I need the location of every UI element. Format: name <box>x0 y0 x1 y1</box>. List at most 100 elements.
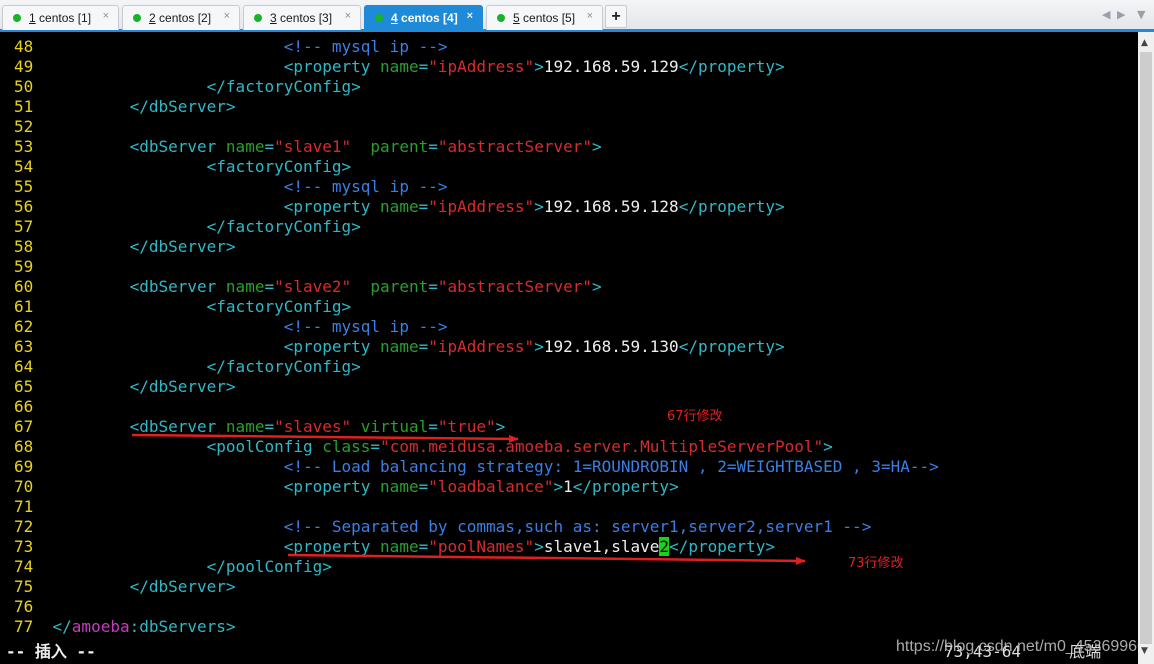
code-token: > <box>534 537 544 556</box>
code-line: 77 </amoeba:dbServers> <box>14 617 236 637</box>
code-token: </dbServer> <box>129 97 236 116</box>
code-token: "ipAddress" <box>428 57 535 76</box>
code-token: = <box>370 437 381 456</box>
annotation-note-73: 73行修改 <box>848 556 904 571</box>
code-token: > <box>591 277 602 296</box>
code-line: 66 <box>14 397 53 417</box>
scroll-thumb[interactable] <box>1140 52 1152 644</box>
code-token: <!-- Load balancing strategy: 1=ROUNDROB… <box>283 457 939 476</box>
tab-prev-icon[interactable]: ◀ <box>1102 8 1110 21</box>
close-icon[interactable]: × <box>587 10 593 22</box>
code-line: 61 <factoryConfig> <box>14 297 351 317</box>
code-line: 75 </dbServer> <box>14 577 236 597</box>
code-token: <property <box>283 57 381 76</box>
status-dot-icon <box>375 14 383 22</box>
code-line: 70 <property name="loadbalance">1</prope… <box>14 477 679 497</box>
scroll-down-icon[interactable]: ▼ <box>1141 646 1148 656</box>
close-icon[interactable]: × <box>345 10 351 22</box>
code-token: amoeba <box>71 617 130 636</box>
code-token: "slave1" <box>274 137 352 156</box>
code-line: 50 </factoryConfig> <box>14 77 361 97</box>
code-token: 1 <box>563 477 573 496</box>
code-token: <factoryConfig> <box>206 297 352 316</box>
code-token: "poolNames" <box>428 537 535 556</box>
line-number: 65 <box>14 377 53 396</box>
line-number: 73 <box>14 537 53 556</box>
code-token: > <box>534 57 544 76</box>
line-number: 59 <box>14 257 53 276</box>
tab-centos-3[interactable]: 3 centos [3] × <box>243 5 361 30</box>
status-dot-icon <box>497 14 505 22</box>
code-token: <!-- mysql ip --> <box>283 37 448 56</box>
code-token: = <box>264 417 275 436</box>
close-icon[interactable]: × <box>103 10 109 22</box>
code-line: 52 <box>14 117 53 137</box>
tab-label: 2 centos [2] <box>149 11 212 25</box>
code-token: "loadbalance" <box>428 477 554 496</box>
line-number: 75 <box>14 577 53 596</box>
tab-menu-icon[interactable]: ▼ <box>1137 8 1145 21</box>
code-line: 69 <!-- Load balancing strategy: 1=ROUND… <box>14 457 939 477</box>
code-line: 57 </factoryConfig> <box>14 217 361 237</box>
code-line: 51 </dbServer> <box>14 97 236 117</box>
terminal-view[interactable]: 48 <!-- mysql ip --> 49 <property name="i… <box>0 37 1138 664</box>
tab-centos-2[interactable]: 2 centos [2] × <box>122 5 240 30</box>
code-line: 53 <dbServer name="slave1" parent="abstr… <box>14 137 602 157</box>
code-token: slave1,slave <box>543 537 660 556</box>
line-number: 51 <box>14 97 53 116</box>
code-token: </factoryConfig> <box>206 77 361 96</box>
close-icon[interactable]: × <box>467 10 473 22</box>
code-token: name <box>225 137 265 156</box>
scroll-up-icon[interactable]: ▲ <box>1141 38 1148 48</box>
tab-next-icon[interactable]: ▶ <box>1117 8 1125 21</box>
code-line: 76 <box>14 597 53 617</box>
code-token: = <box>418 337 429 356</box>
code-token: <property <box>283 337 381 356</box>
code-token: > <box>591 137 602 156</box>
tab-centos-4[interactable]: 4 centos [4] × <box>364 5 483 30</box>
tab-label: 1 centos [1] <box>29 11 92 25</box>
code-token: <property <box>283 537 381 556</box>
add-tab-button[interactable]: + <box>605 5 627 28</box>
tab-centos-5[interactable]: 5 centos [5] × <box>486 5 603 30</box>
line-number: 64 <box>14 357 53 376</box>
line-number: 71 <box>14 497 53 516</box>
code-line: 58 </dbServer> <box>14 237 236 257</box>
vim-status-line: -- 插入 -- 73,43-64 底端 https://blog.csdn.n… <box>0 637 1146 661</box>
code-token: class <box>322 437 371 456</box>
code-token: <poolConfig <box>206 437 323 456</box>
tab-centos-1[interactable]: 1 centos [1] × <box>2 5 119 30</box>
code-line: 55 <!-- mysql ip --> <box>14 177 447 197</box>
code-token: <dbServer <box>129 137 226 156</box>
code-token: "com.meidusa.amoeba.server.MultipleServe… <box>380 437 824 456</box>
line-number: 72 <box>14 517 53 536</box>
code-line: 73 <property name="poolNames">slave1,sla… <box>14 537 775 557</box>
code-token: > <box>553 477 564 496</box>
code-token: <!-- Separated by commas,such as: server… <box>283 517 872 536</box>
code-token: "slaves" <box>274 417 352 436</box>
close-icon[interactable]: × <box>224 10 230 22</box>
code-line: 49 <property name="ipAddress">192.168.59… <box>14 57 785 77</box>
code-line: 48 <!-- mysql ip --> <box>14 37 447 57</box>
vertical-scrollbar[interactable]: ▲ ▼ <box>1138 32 1154 664</box>
code-token: name <box>380 57 419 76</box>
code-token: <!-- mysql ip --> <box>283 317 448 336</box>
code-token: "ipAddress" <box>428 197 535 216</box>
code-line: 71 <box>14 497 53 517</box>
code-token: = <box>428 417 438 436</box>
code-token: </property> <box>669 537 776 556</box>
code-token: 192.168.59.128 <box>543 197 679 216</box>
